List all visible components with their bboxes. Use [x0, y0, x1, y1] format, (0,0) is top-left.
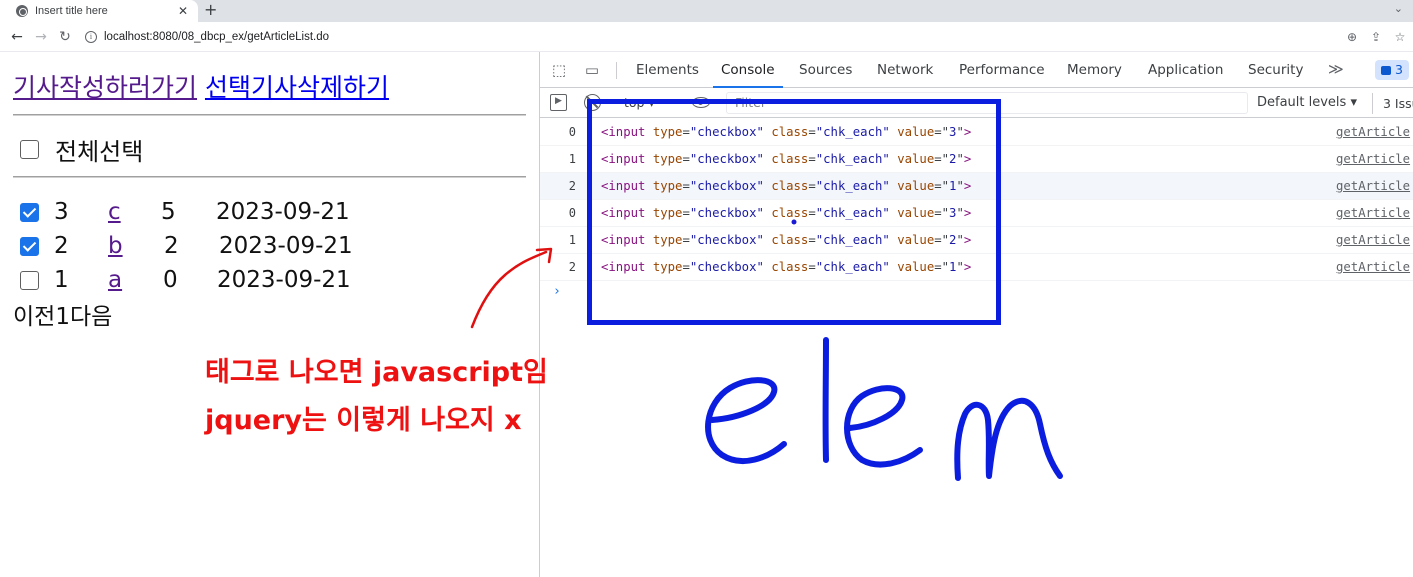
article-title-link[interactable]: a	[108, 267, 122, 293]
log-source-link[interactable]: getArticle	[1336, 179, 1410, 193]
article-number: 3	[54, 199, 69, 225]
article-count: 0	[163, 267, 178, 293]
tab-search-icon[interactable]: ⌄	[1394, 0, 1403, 22]
tab-network[interactable]: Network	[877, 52, 933, 88]
log-source-link[interactable]: getArticle	[1336, 260, 1410, 274]
log-index: 2	[568, 179, 576, 193]
message-icon	[1381, 65, 1391, 75]
log-source-link[interactable]: getArticle	[1336, 206, 1410, 220]
device-toolbar-icon[interactable]: ▭	[583, 61, 601, 79]
log-source-link[interactable]: getArticle	[1336, 152, 1410, 166]
tab-application[interactable]: Application	[1148, 52, 1223, 88]
share-icon[interactable]: ⇪	[1369, 30, 1383, 44]
article-date: 2023-09-21	[217, 267, 351, 293]
article-checkbox[interactable]	[20, 236, 39, 256]
browser-toolbar: ← → ↻ i localhost:8080/08_dbcp_ex/getArt…	[0, 22, 1413, 52]
issues-counter[interactable]: 3 Issu	[1372, 93, 1413, 114]
new-tab-icon[interactable]: +	[204, 0, 217, 22]
tab-strip: Insert title here ✕ + ⌄	[0, 0, 1413, 22]
messages-badge[interactable]: 3	[1375, 60, 1409, 80]
log-index: 0	[568, 206, 576, 220]
address-bar[interactable]: i localhost:8080/08_dbcp_ex/getArticleLi…	[85, 26, 329, 48]
tab-performance[interactable]: Performance	[959, 52, 1045, 88]
toolbar-actions: ⊕ ⇪ ☆	[1345, 22, 1407, 52]
tab-title: Insert title here	[35, 5, 108, 17]
globe-icon	[16, 5, 28, 17]
annotation-note: jquery는 이렇게 나오지 x	[205, 405, 522, 436]
web-page: 기사작성하러가기 선택기사삭제하기 전체선택 3 c 5 2023-09-21 …	[0, 52, 540, 577]
zoom-icon[interactable]: ⊕	[1345, 30, 1359, 44]
console-sidebar-icon[interactable]: ▶	[550, 94, 567, 111]
site-info-icon[interactable]: i	[85, 30, 97, 43]
log-levels-dropdown[interactable]: Default levels ▾	[1257, 95, 1357, 110]
log-index: 1	[568, 152, 576, 166]
article-title-link[interactable]: b	[108, 233, 123, 259]
annotation-note: 태그로 나오면 javascript임	[205, 357, 548, 388]
log-index: 1	[568, 233, 576, 247]
article-checkbox[interactable]	[20, 202, 39, 222]
more-tabs-icon[interactable]: ≫	[1328, 52, 1344, 88]
url-text[interactable]: localhost:8080/08_dbcp_ex/getArticleList…	[104, 31, 329, 43]
log-index: 2	[568, 260, 576, 274]
article-date: 2023-09-21	[219, 233, 353, 259]
inspect-element-icon[interactable]: ⬚	[550, 61, 568, 79]
log-index: 0	[568, 125, 576, 139]
tab-memory[interactable]: Memory	[1067, 52, 1122, 88]
tab-console[interactable]: Console	[713, 52, 783, 88]
article-title-link[interactable]: c	[108, 199, 121, 225]
divider-line	[13, 114, 526, 116]
write-article-link[interactable]: 기사작성하러가기	[13, 73, 197, 102]
article-row: 2 b 2 2023-09-21	[20, 231, 540, 261]
article-number: 1	[54, 267, 69, 293]
separator	[616, 62, 617, 79]
article-checkbox[interactable]	[20, 270, 39, 290]
article-date: 2023-09-21	[216, 199, 350, 225]
select-all[interactable]: 전체선택	[20, 132, 143, 167]
messages-count: 3	[1395, 62, 1403, 77]
reload-icon[interactable]: ↻	[53, 29, 77, 45]
back-icon[interactable]: ←	[5, 29, 29, 45]
forward-icon[interactable]: →	[29, 29, 53, 45]
select-all-checkbox[interactable]	[20, 140, 39, 159]
close-icon[interactable]: ✕	[174, 4, 192, 18]
devtools-tab-bar: ⬚ ▭ Elements Console Sources Network Per…	[540, 52, 1413, 88]
log-source-link[interactable]: getArticle	[1336, 233, 1410, 247]
article-row: 1 a 0 2023-09-21	[20, 265, 540, 295]
article-row: 3 c 5 2023-09-21	[20, 197, 540, 227]
tab-elements[interactable]: Elements	[636, 52, 699, 88]
tab-security[interactable]: Security	[1248, 52, 1303, 88]
divider-line	[13, 176, 526, 178]
article-count: 2	[164, 233, 179, 259]
console-prompt[interactable]: ›	[553, 284, 561, 299]
browser-tab[interactable]: Insert title here ✕	[0, 0, 198, 22]
highlight-box-annotation	[587, 99, 1001, 325]
article-number: 2	[54, 233, 69, 259]
log-source-link[interactable]: getArticle	[1336, 125, 1410, 139]
select-all-label: 전체선택	[55, 138, 144, 166]
delete-selected-link[interactable]: 선택기사삭제하기	[205, 73, 389, 102]
tab-sources[interactable]: Sources	[799, 52, 852, 88]
article-count: 5	[161, 199, 176, 225]
pagination[interactable]: 이전1다음	[13, 297, 112, 331]
bookmark-star-icon[interactable]: ☆	[1393, 30, 1407, 44]
top-links: 기사작성하러가기 선택기사삭제하기	[13, 68, 389, 104]
